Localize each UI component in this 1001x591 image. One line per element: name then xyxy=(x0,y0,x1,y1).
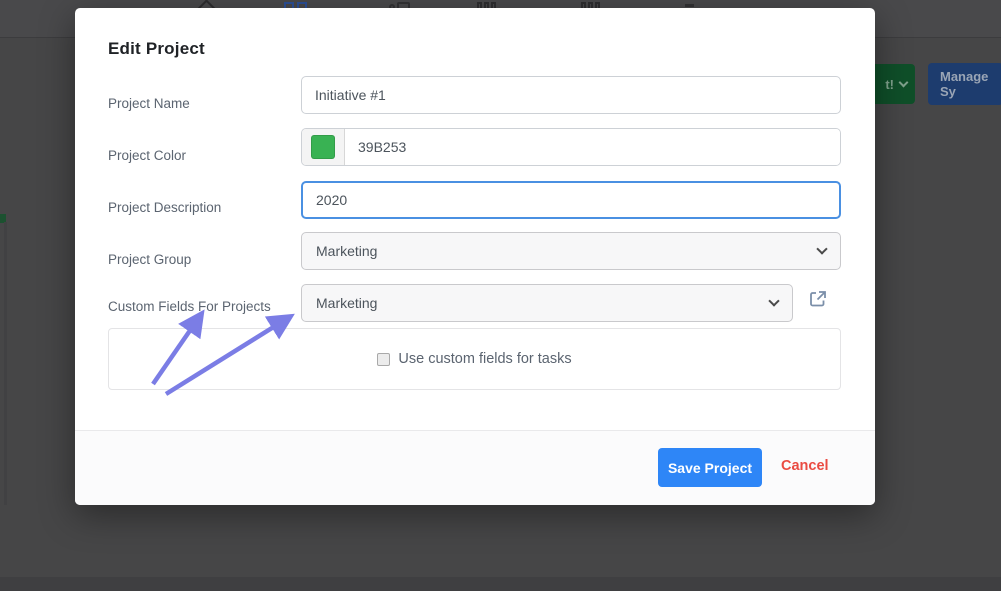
green-button-label: t! xyxy=(885,77,894,92)
project-color-label: Project Color xyxy=(108,148,186,163)
project-color-input[interactable] xyxy=(345,129,840,165)
modal-footer: Save Project Cancel xyxy=(75,430,875,505)
custom-fields-panel: Use custom fields for tasks xyxy=(108,328,841,390)
cancel-button[interactable]: Cancel xyxy=(781,458,829,474)
chevron-down-icon xyxy=(768,295,779,306)
project-description-label: Project Description xyxy=(108,200,221,215)
modal-title: Edit Project xyxy=(108,39,205,59)
chevron-down-icon xyxy=(816,243,827,254)
custom-fields-value: Marketing xyxy=(316,295,377,311)
color-swatch xyxy=(311,135,335,159)
custom-fields-label: Custom Fields For Projects xyxy=(108,299,271,314)
minus-icon xyxy=(685,4,694,7)
manage-system-button: Manage Sy xyxy=(928,63,1001,105)
use-custom-fields-checkbox[interactable] xyxy=(377,353,390,366)
project-description-input[interactable] xyxy=(301,181,841,219)
bottom-bar xyxy=(0,577,1001,591)
project-color-group xyxy=(301,128,841,166)
manage-button-label: Manage Sy xyxy=(940,69,1001,99)
project-group-label: Project Group xyxy=(108,252,191,267)
project-group-value: Marketing xyxy=(316,243,377,259)
external-link-icon[interactable] xyxy=(809,290,827,308)
custom-fields-select[interactable]: Marketing xyxy=(301,284,793,322)
color-swatch-addon[interactable] xyxy=(302,129,345,165)
edit-project-modal: Edit Project Project Name Project Color … xyxy=(75,8,875,505)
project-name-label: Project Name xyxy=(108,96,190,111)
background-panel-edge xyxy=(4,222,7,505)
project-group-select[interactable]: Marketing xyxy=(301,232,841,270)
chevron-down-icon xyxy=(899,77,909,87)
project-name-input[interactable] xyxy=(301,76,841,114)
use-custom-fields-label[interactable]: Use custom fields for tasks xyxy=(398,351,571,367)
save-project-button[interactable]: Save Project xyxy=(658,448,762,487)
